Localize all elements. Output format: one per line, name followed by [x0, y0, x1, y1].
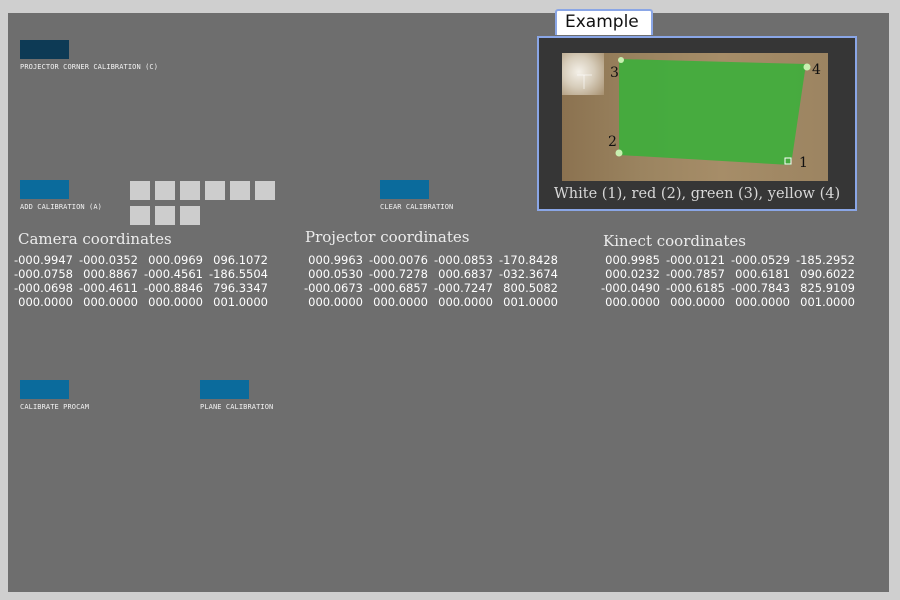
- matrix-cell: -000.0698: [13, 281, 73, 295]
- matrix-cell: 001.0000: [213, 295, 268, 309]
- calibrate-procam-button[interactable]: [20, 380, 69, 399]
- plane-calibration-button[interactable]: [200, 380, 249, 399]
- matrix-cell: -000.0352: [78, 253, 138, 267]
- example-tab-label: Example: [565, 12, 639, 32]
- matrix-cell: -170.8428: [498, 253, 558, 267]
- matrix-cell: -000.0853: [433, 253, 493, 267]
- plane-calibration-label: PLANE CALIBRATION: [200, 403, 274, 411]
- calibration-slot[interactable]: [255, 181, 275, 200]
- kinect-matrix: 000.9985 -000.0121 -000.0529 -185.2952 000.0…: [595, 253, 855, 309]
- calibration-slot[interactable]: [180, 206, 200, 225]
- matrix-cell: -000.6857: [368, 281, 428, 295]
- matrix-row: 000.0530 -000.7278 000.6837 -032.3674: [298, 267, 558, 281]
- matrix-cell: 825.9109: [800, 281, 855, 295]
- matrix-cell: 000.0530: [308, 267, 363, 281]
- camera-coordinates-title: Camera coordinates: [18, 230, 172, 248]
- matrix-cell: 000.0000: [308, 295, 363, 309]
- add-calibration-button[interactable]: [20, 180, 69, 199]
- matrix-cell: -000.0490: [600, 281, 660, 295]
- matrix-cell: -000.6185: [665, 281, 725, 295]
- calibration-slot[interactable]: [230, 181, 250, 200]
- matrix-row: 000.9985 -000.0121 -000.0529 -185.2952: [595, 253, 855, 267]
- matrix-row: 000.0000 000.0000 000.0000 001.0000: [298, 295, 558, 309]
- matrix-cell: -000.7247: [433, 281, 493, 295]
- kinect-coordinates-title: Kinect coordinates: [603, 232, 746, 250]
- matrix-cell: -000.4611: [78, 281, 138, 295]
- projector-matrix: 000.9963 -000.0076 -000.0853 -170.8428 000.0…: [298, 253, 558, 309]
- marker-label-1: 1: [799, 155, 808, 171]
- clear-calibration-label: CLEAR CALIBRATION: [380, 203, 454, 211]
- matrix-cell: 000.0000: [83, 295, 138, 309]
- matrix-cell: 001.0000: [503, 295, 558, 309]
- matrix-cell: 096.1072: [213, 253, 268, 267]
- matrix-cell: -000.7843: [730, 281, 790, 295]
- matrix-row: 000.0000 000.0000 000.0000 001.0000: [595, 295, 855, 309]
- matrix-cell: 000.9985: [605, 253, 660, 267]
- matrix-row: 000.0000 000.0000 000.0000 001.0000: [8, 295, 268, 309]
- calibration-slot[interactable]: [130, 206, 150, 225]
- camera-matrix: -000.9947 -000.0352 000.0969 096.1072 -000.0…: [8, 253, 268, 309]
- example-overlay: 3 4 2 1: [577, 57, 821, 171]
- matrix-cell: -000.4561: [143, 267, 203, 281]
- matrix-cell: -000.7857: [665, 267, 725, 281]
- calibration-slot[interactable]: [205, 181, 225, 200]
- matrix-cell: 800.5082: [503, 281, 558, 295]
- matrix-row: -000.9947 -000.0352 000.0969 096.1072: [8, 253, 268, 267]
- matrix-cell: -000.0121: [665, 253, 725, 267]
- matrix-cell: 000.0000: [373, 295, 428, 309]
- matrix-cell: 090.6022: [800, 267, 855, 281]
- matrix-cell: -185.2952: [795, 253, 855, 267]
- corner-marker-3: [618, 57, 624, 63]
- matrix-cell: -186.5504: [208, 267, 268, 281]
- calibration-slot[interactable]: [155, 206, 175, 225]
- matrix-cell: -032.3674: [498, 267, 558, 281]
- matrix-cell: 000.0000: [438, 295, 493, 309]
- matrix-row: 000.0232 -000.7857 000.6181 090.6022: [595, 267, 855, 281]
- example-photo: 3 4 2 1: [562, 53, 828, 181]
- matrix-cell: 000.0000: [670, 295, 725, 309]
- matrix-cell: 000.0000: [735, 295, 790, 309]
- matrix-cell: -000.7278: [368, 267, 428, 281]
- projected-quad: [619, 59, 806, 165]
- example-panel: 3 4 2 1 White (1), red (2), green (3), y…: [537, 36, 857, 211]
- matrix-cell: 000.0232: [605, 267, 660, 281]
- matrix-row: -000.0698 -000.4611 -000.8846 796.3347: [8, 281, 268, 295]
- matrix-cell: -000.8846: [143, 281, 203, 295]
- marker-label-4: 4: [812, 62, 821, 78]
- matrix-row: -000.0673 -000.6857 -000.7247 800.5082: [298, 281, 558, 295]
- example-caption: White (1), red (2), green (3), yellow (4…: [553, 186, 841, 202]
- projector-coordinates-title: Projector coordinates: [305, 228, 470, 246]
- matrix-cell: 000.6181: [735, 267, 790, 281]
- matrix-cell: 000.9963: [308, 253, 363, 267]
- marker-label-2: 2: [608, 134, 617, 150]
- matrix-cell: 000.6837: [438, 267, 493, 281]
- calibrate-procam-label: CALIBRATE PROCAM: [20, 403, 90, 411]
- matrix-row: 000.9963 -000.0076 -000.0853 -170.8428: [298, 253, 558, 267]
- matrix-cell: -000.9947: [13, 253, 73, 267]
- add-calibration-label: ADD CALIBRATION (A): [20, 203, 102, 211]
- matrix-cell: -000.0076: [368, 253, 428, 267]
- matrix-cell: 000.8867: [83, 267, 138, 281]
- clear-calibration-button[interactable]: [380, 180, 429, 199]
- marker-label-3: 3: [610, 65, 619, 81]
- calibration-slot[interactable]: [130, 181, 150, 200]
- matrix-cell: 000.0000: [148, 295, 203, 309]
- example-tab[interactable]: Example: [555, 9, 653, 35]
- matrix-cell: 000.0969: [148, 253, 203, 267]
- matrix-cell: -000.0673: [303, 281, 363, 295]
- calibration-slot[interactable]: [155, 181, 175, 200]
- calibration-slot[interactable]: [180, 181, 200, 200]
- matrix-cell: -000.0529: [730, 253, 790, 267]
- corner-marker-2: [615, 149, 623, 157]
- matrix-row: -000.0758 000.8867 -000.4561 -186.5504: [8, 267, 268, 281]
- matrix-cell: 796.3347: [213, 281, 268, 295]
- matrix-cell: 000.0000: [605, 295, 660, 309]
- corner-marker-4: [803, 63, 811, 71]
- matrix-cell: 001.0000: [800, 295, 855, 309]
- matrix-row: -000.0490 -000.6185 -000.7843 825.9109: [595, 281, 855, 295]
- matrix-cell: 000.0000: [18, 295, 73, 309]
- projector-corner-calibration-button[interactable]: [20, 40, 69, 59]
- matrix-cell: -000.0758: [13, 267, 73, 281]
- projector-corner-calibration-label: PROJECTOR CORNER CALIBRATION (C): [20, 63, 159, 71]
